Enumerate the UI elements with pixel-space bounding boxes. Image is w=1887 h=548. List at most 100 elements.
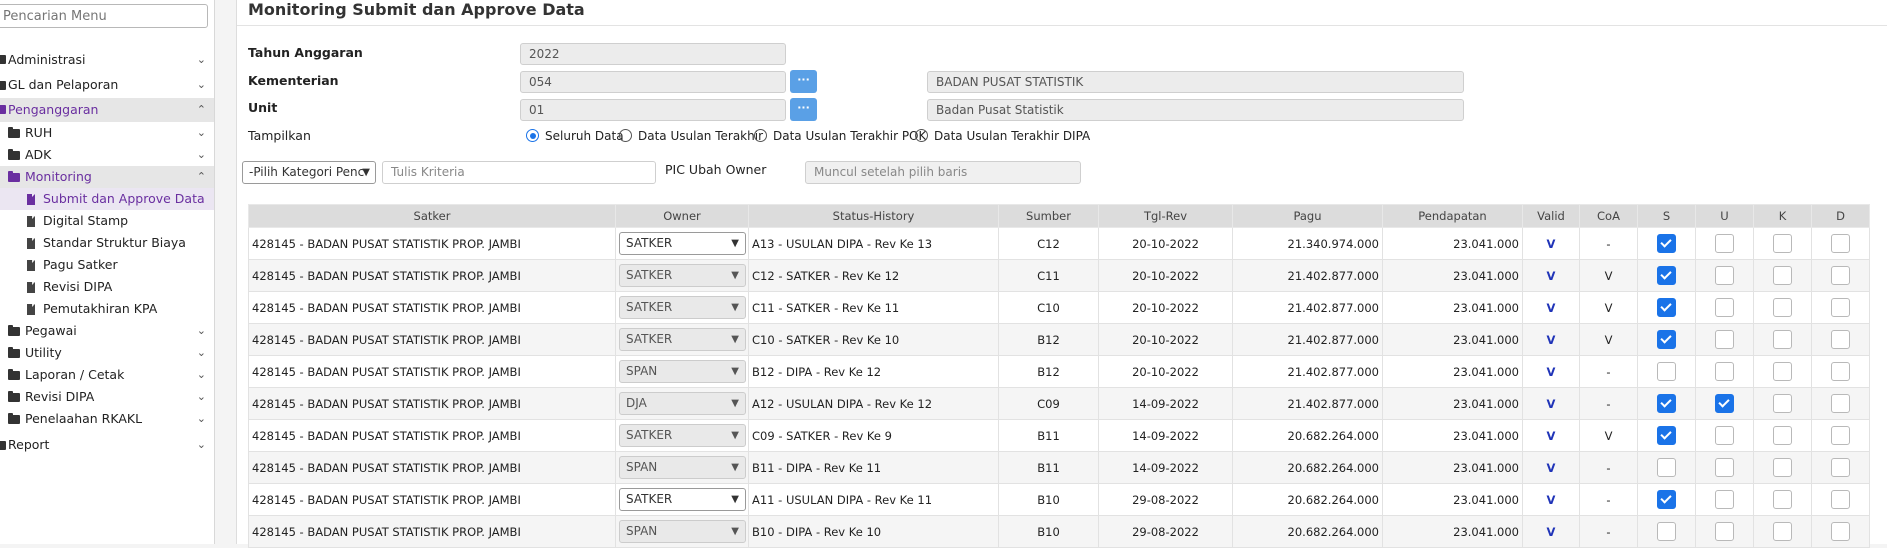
checkbox-unchecked[interactable] xyxy=(1657,458,1676,477)
col-header-coa[interactable]: CoA xyxy=(1579,204,1638,228)
checkbox-unchecked[interactable] xyxy=(1773,362,1792,381)
owner-select[interactable]: SPAN ▼ xyxy=(619,520,746,543)
checkbox-unchecked[interactable] xyxy=(1773,490,1792,509)
col-header-pagu[interactable]: Pagu xyxy=(1232,204,1383,228)
col-header-pendapatan[interactable]: Pendapatan xyxy=(1382,204,1523,228)
owner-select[interactable]: SATKER ▼ xyxy=(619,264,746,287)
owner-select[interactable]: SATKER ▼ xyxy=(619,328,746,351)
col-header-status-history[interactable]: Status-History xyxy=(748,204,999,228)
col-header-k[interactable]: K xyxy=(1753,204,1812,228)
checkbox-unchecked[interactable] xyxy=(1773,266,1792,285)
radio-data-usulan-terakhir[interactable]: Data Usulan Terakhir xyxy=(619,128,763,144)
col-header-tgl-rev[interactable]: Tgl-Rev xyxy=(1098,204,1233,228)
checkbox-unchecked[interactable] xyxy=(1773,522,1792,541)
checkbox-checked[interactable] xyxy=(1657,426,1676,445)
checkbox-unchecked[interactable] xyxy=(1773,458,1792,477)
checkbox-unchecked[interactable] xyxy=(1831,234,1850,253)
table-row[interactable]: 428145 - BADAN PUSAT STATISTIK PROP. JAM… xyxy=(248,355,1870,388)
sidebar-item-gl-pelaporan[interactable]: GL dan Pelaporan ⌄ xyxy=(0,72,214,98)
owner-select[interactable]: SPAN ▼ xyxy=(619,456,746,479)
checkbox-unchecked[interactable] xyxy=(1715,330,1734,349)
sidebar-item-pegawai[interactable]: Pegawai ⌄ xyxy=(0,320,214,342)
col-header-u[interactable]: U xyxy=(1695,204,1754,228)
checkbox-unchecked[interactable] xyxy=(1657,362,1676,381)
sidebar-item-submit-approve[interactable]: Submit dan Approve Data xyxy=(0,188,214,210)
checkbox-unchecked[interactable] xyxy=(1773,330,1792,349)
table-row[interactable]: 428145 - BADAN PUSAT STATISTIK PROP. JAM… xyxy=(248,483,1870,516)
sidebar-item-adk[interactable]: ADK ⌄ xyxy=(0,144,214,166)
sidebar-item-laporan-cetak[interactable]: Laporan / Cetak ⌄ xyxy=(0,364,214,386)
owner-select[interactable]: SATKER ▼ xyxy=(619,232,746,255)
checkbox-unchecked[interactable] xyxy=(1715,490,1734,509)
sidebar-item-ruh[interactable]: RUH ⌄ xyxy=(0,122,214,144)
menu-search-input[interactable] xyxy=(0,4,208,28)
checkbox-unchecked[interactable] xyxy=(1657,522,1676,541)
checkbox-checked[interactable] xyxy=(1657,330,1676,349)
col-header-s[interactable]: S xyxy=(1637,204,1696,228)
table-row[interactable]: 428145 - BADAN PUSAT STATISTIK PROP. JAM… xyxy=(248,451,1870,484)
sidebar-item-administrasi[interactable]: Administrasi ⌄ xyxy=(0,48,214,72)
checkbox-checked[interactable] xyxy=(1657,234,1676,253)
sidebar-item-revisi-dipa-sub[interactable]: Revisi DIPA xyxy=(0,276,214,298)
table-row[interactable]: 428145 - BADAN PUSAT STATISTIK PROP. JAM… xyxy=(248,291,1870,324)
checkbox-checked[interactable] xyxy=(1657,298,1676,317)
owner-select[interactable]: SATKER ▼ xyxy=(619,488,746,511)
checkbox-unchecked[interactable] xyxy=(1715,298,1734,317)
sidebar-item-penganggaran[interactable]: Penganggaran ⌃ xyxy=(0,98,214,122)
sidebar-item-digital-stamp[interactable]: Digital Stamp xyxy=(0,210,214,232)
checkbox-checked[interactable] xyxy=(1657,266,1676,285)
checkbox-unchecked[interactable] xyxy=(1715,522,1734,541)
col-header-sumber[interactable]: Sumber xyxy=(998,204,1099,228)
sidebar-item-penelaahan-rkakl[interactable]: Penelaahan RKAKL ⌄ xyxy=(0,408,214,430)
table-row[interactable]: 428145 - BADAN PUSAT STATISTIK PROP. JAM… xyxy=(248,387,1870,420)
checkbox-checked[interactable] xyxy=(1657,490,1676,509)
checkbox-unchecked[interactable] xyxy=(1831,298,1850,317)
checkbox-unchecked[interactable] xyxy=(1715,266,1734,285)
checkbox-unchecked[interactable] xyxy=(1773,234,1792,253)
checkbox-unchecked[interactable] xyxy=(1831,426,1850,445)
checkbox-unchecked[interactable] xyxy=(1773,298,1792,317)
owner-select[interactable]: SATKER ▼ xyxy=(619,424,746,447)
sidebar-item-revisi-dipa[interactable]: Revisi DIPA ⌄ xyxy=(0,386,214,408)
unit-lookup-button[interactable]: ··· xyxy=(790,98,817,121)
sidebar-item-pagu-satker[interactable]: Pagu Satker xyxy=(0,254,214,276)
checkbox-checked[interactable] xyxy=(1657,394,1676,413)
checkbox-unchecked[interactable] xyxy=(1831,394,1850,413)
sidebar-item-standar-struktur-biaya[interactable]: Standar Struktur Biaya xyxy=(0,232,214,254)
col-header-owner[interactable]: Owner xyxy=(615,204,749,228)
owner-select[interactable]: DJA ▼ xyxy=(619,392,746,415)
col-header-d[interactable]: D xyxy=(1811,204,1870,228)
col-header-valid[interactable]: Valid xyxy=(1522,204,1580,228)
checkbox-unchecked[interactable] xyxy=(1831,458,1850,477)
col-header-satker[interactable]: Satker xyxy=(248,204,616,228)
checkbox-unchecked[interactable] xyxy=(1831,362,1850,381)
sidebar-item-pemutakhiran-kpa[interactable]: Pemutakhiran KPA xyxy=(0,298,214,320)
table-row[interactable]: 428145 - BADAN PUSAT STATISTIK PROP. JAM… xyxy=(248,259,1870,292)
checkbox-unchecked[interactable] xyxy=(1831,522,1850,541)
radio-data-usulan-terakhir-pok[interactable]: Data Usulan Terakhir POK xyxy=(754,128,926,144)
sidebar-item-monitoring[interactable]: Monitoring ⌃ xyxy=(0,166,214,188)
kementerian-lookup-button[interactable]: ··· xyxy=(790,70,817,93)
checkbox-unchecked[interactable] xyxy=(1715,234,1734,253)
table-row[interactable]: 428145 - BADAN PUSAT STATISTIK PROP. JAM… xyxy=(248,323,1870,356)
checkbox-unchecked[interactable] xyxy=(1715,362,1734,381)
owner-select[interactable]: SATKER ▼ xyxy=(619,296,746,319)
table-row[interactable]: 428145 - BADAN PUSAT STATISTIK PROP. JAM… xyxy=(248,419,1870,452)
sidebar-item-report[interactable]: Report ⌄ xyxy=(0,434,214,456)
kategori-pencarian-select[interactable]: -Pilih Kategori Penc ▼ xyxy=(242,161,376,184)
radio-seluruh-data[interactable]: Seluruh Data xyxy=(526,128,624,144)
checkbox-unchecked[interactable] xyxy=(1715,426,1734,445)
checkbox-unchecked[interactable] xyxy=(1773,426,1792,445)
checkbox-unchecked[interactable] xyxy=(1715,458,1734,477)
table-row[interactable]: 428145 - BADAN PUSAT STATISTIK PROP. JAM… xyxy=(248,227,1870,260)
table-row[interactable]: 428145 - BADAN PUSAT STATISTIK PROP. JAM… xyxy=(248,515,1870,548)
radio-data-usulan-terakhir-dipa[interactable]: Data Usulan Terakhir DIPA xyxy=(915,128,1090,144)
checkbox-unchecked[interactable] xyxy=(1831,330,1850,349)
sidebar-item-utility[interactable]: Utility ⌄ xyxy=(0,342,214,364)
checkbox-checked[interactable] xyxy=(1715,394,1734,413)
kriteria-input[interactable]: Tulis Kriteria xyxy=(382,161,656,184)
owner-select[interactable]: SPAN ▼ xyxy=(619,360,746,383)
checkbox-unchecked[interactable] xyxy=(1831,266,1850,285)
checkbox-unchecked[interactable] xyxy=(1831,490,1850,509)
checkbox-unchecked[interactable] xyxy=(1773,394,1792,413)
